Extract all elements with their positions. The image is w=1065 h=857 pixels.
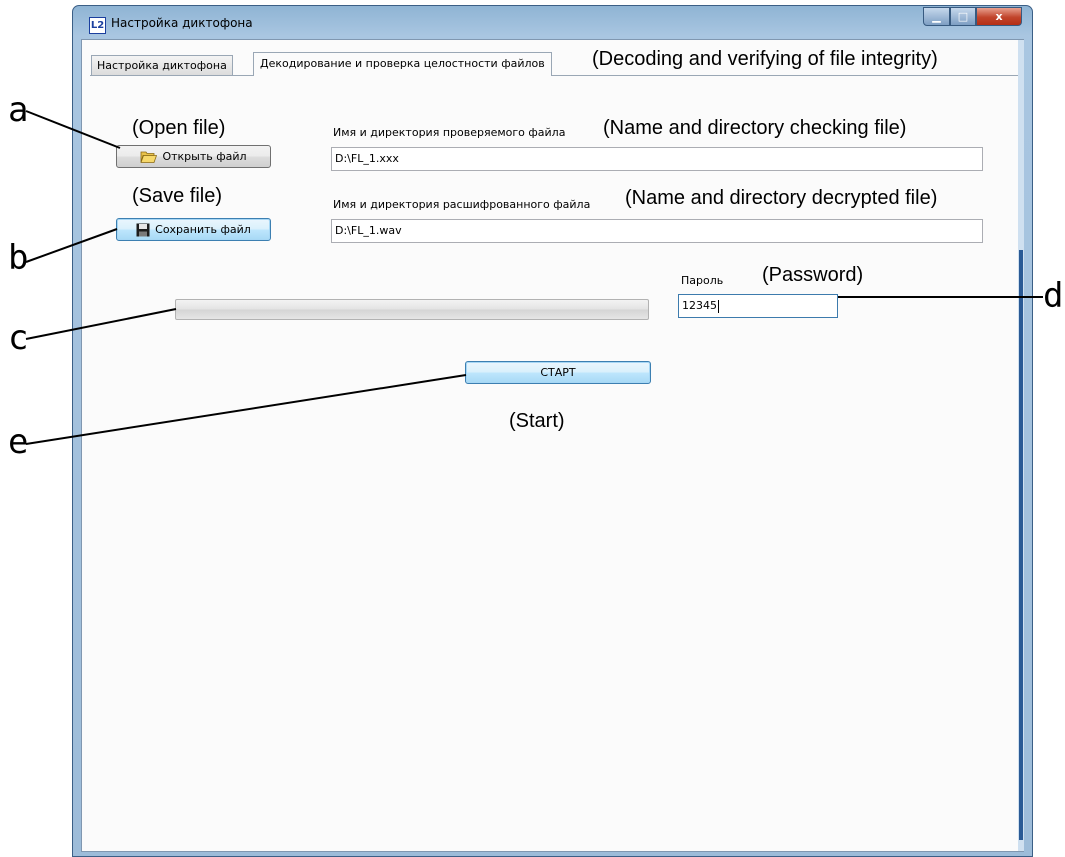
annotation-checked-file: (Name and directory checking file) xyxy=(603,117,907,139)
annotation-open-file: (Open file) xyxy=(132,117,226,139)
annotation-tab-translation: (Decoding and verifying of file integrit… xyxy=(592,48,938,70)
annotation-password: (Password) xyxy=(762,264,864,286)
callout-letter-d: d xyxy=(1043,276,1064,316)
callout-line-e xyxy=(25,374,467,445)
callout-line-a xyxy=(25,110,121,149)
callout-letter-c: c xyxy=(8,318,29,358)
tab-decoding-integrity[interactable]: Декодирование и проверка целостности фай… xyxy=(253,52,552,76)
annotation-start: (Start) xyxy=(509,410,565,432)
annotation-decrypted-file: (Name and directory decrypted file) xyxy=(625,187,938,209)
callout-letter-e: e xyxy=(8,422,29,462)
callout-line-c xyxy=(25,308,177,340)
callout-line-b xyxy=(25,228,118,263)
annotation-save-file: (Save file) xyxy=(132,185,223,207)
callout-letter-a: a xyxy=(8,90,29,130)
callout-letter-b: b xyxy=(8,238,29,278)
